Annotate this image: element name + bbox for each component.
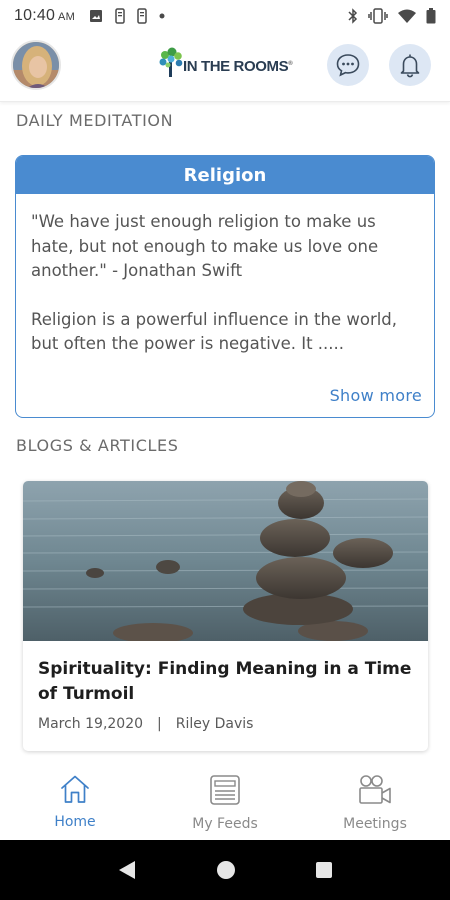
messages-button[interactable] — [327, 44, 369, 86]
status-time: 10:40 AM — [14, 7, 75, 25]
article-date: March 19,2020 — [38, 716, 144, 732]
notifications-button[interactable] — [389, 44, 431, 86]
meditation-body: "We have just enough religion to make us… — [16, 194, 434, 357]
image-notification-icon — [89, 10, 102, 22]
home-circle-icon[interactable] — [216, 860, 236, 880]
blogs-articles-heading: BLOGS & ARTICLES — [16, 436, 179, 455]
avatar[interactable] — [11, 40, 61, 90]
phone-notification-icon — [115, 8, 125, 24]
dot-icon — [159, 13, 165, 19]
article-image — [23, 481, 428, 641]
feeds-icon — [210, 775, 240, 805]
vibrate-icon — [368, 8, 388, 24]
article-meta: March 19,2020 | Riley Davis — [23, 707, 428, 732]
phone-notification-icon — [137, 8, 147, 24]
show-more-link[interactable]: Show more — [330, 386, 422, 405]
article-title: Spirituality: Finding Meaning in a Time … — [38, 659, 412, 704]
status-time-value: 10:40 — [14, 7, 56, 24]
daily-meditation-card[interactable]: Religion "We have just enough religion t… — [15, 155, 435, 418]
meditation-quote: "We have just enough religion to make us… — [31, 212, 379, 280]
avatar-photo — [13, 42, 59, 88]
logo-registered-mark: ® — [288, 61, 293, 67]
bell-icon — [400, 54, 420, 78]
logo-wordmark: IN THE ROOMS — [183, 58, 289, 75]
back-icon[interactable] — [117, 859, 137, 881]
system-navigation-bar — [0, 840, 450, 900]
logo-text: IN THE ROOMS® — [183, 58, 293, 75]
meditation-excerpt: Religion is a powerful influence in the … — [31, 309, 398, 354]
nav-my-feeds-label: My Feeds — [192, 816, 258, 832]
recents-square-icon[interactable] — [315, 861, 333, 879]
daily-meditation-heading: DAILY MEDITATION — [16, 111, 174, 130]
battery-icon — [426, 8, 436, 24]
app-logo: IN THE ROOMS® — [157, 46, 293, 78]
article-meta-separator: | — [157, 716, 162, 732]
article-author: Riley Davis — [175, 716, 254, 732]
nav-meetings[interactable]: Meetings — [300, 760, 450, 840]
bluetooth-icon — [348, 8, 358, 24]
app-header: IN THE ROOMS® — [0, 32, 450, 102]
home-icon — [61, 775, 89, 803]
meditation-title: Religion — [16, 156, 434, 194]
meetings-icon — [359, 775, 391, 804]
nav-home[interactable]: Home — [0, 760, 150, 840]
system-icons — [348, 8, 436, 24]
chat-bubble-icon — [336, 54, 360, 77]
wifi-icon — [398, 9, 416, 23]
status-bar: 10:40 AM — [0, 0, 450, 32]
status-ampm: AM — [58, 11, 75, 23]
nav-home-label: Home — [54, 814, 96, 830]
article-card[interactable]: Spirituality: Finding Meaning in a Time … — [23, 481, 428, 751]
bottom-navigation: Home My Feeds Meetings — [0, 760, 450, 840]
notification-icons — [89, 8, 165, 24]
nav-meetings-label: Meetings — [343, 816, 407, 832]
app-screen: 10:40 AM IN THE ROOMS® DAILY MEDITATION … — [0, 0, 450, 900]
tree-logo-icon — [159, 47, 183, 77]
nav-my-feeds[interactable]: My Feeds — [150, 760, 300, 840]
